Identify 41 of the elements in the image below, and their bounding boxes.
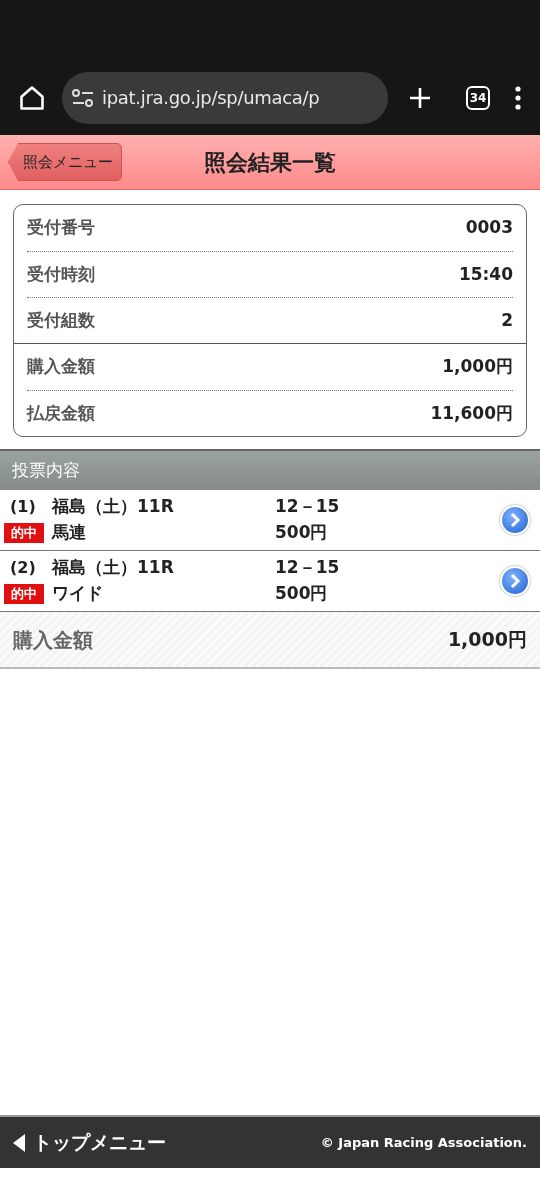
copyright-text: © Japan Racing Association.: [320, 1133, 527, 1152]
address-bar[interactable]: ipat.jra.go.jp/sp/umaca/p: [62, 71, 388, 124]
bet-number: (1): [9, 496, 37, 518]
home-icon[interactable]: [18, 83, 46, 112]
summary-value: 0003: [465, 216, 513, 240]
summary-label: 払戻金額: [27, 401, 95, 425]
chevron-icon: [508, 573, 522, 589]
summary-label: 受付番号: [27, 216, 95, 240]
bet-amount: 500円: [275, 582, 329, 606]
race-name: 福島（土）11R: [52, 556, 175, 580]
page-title: 照会結果一覧: [204, 148, 336, 177]
summary-value: 2: [501, 308, 513, 332]
bet-combination: 12－15: [275, 495, 341, 519]
summary-value: 11,600円: [430, 401, 513, 425]
chevron-icon: [508, 512, 522, 528]
race-name: 福島（土）11R: [52, 495, 175, 519]
summary-label: 購入金額: [27, 355, 95, 379]
site-settings-icon[interactable]: [72, 88, 94, 107]
more-menu-icon[interactable]: [514, 85, 522, 110]
detail-button[interactable]: [500, 566, 530, 596]
hit-badge: 的中: [4, 584, 44, 604]
url-text: ipat.jra.go.jp/sp/umaca/p: [102, 86, 320, 110]
section-header: 投票内容: [0, 449, 540, 490]
detail-button[interactable]: [500, 505, 530, 535]
back-arrow-icon: [13, 1133, 25, 1152]
top-menu-link[interactable]: トップメニュー: [13, 1128, 166, 1157]
bet-amount: 500円: [275, 521, 329, 545]
back-button[interactable]: 照会メニュー: [8, 143, 122, 181]
summary-value: 15:40: [458, 262, 513, 286]
tab-count[interactable]: 34: [466, 85, 490, 110]
summary-label: 受付組数: [27, 308, 95, 332]
bet-number: (2): [9, 557, 37, 579]
summary-label: 受付時刻: [27, 262, 95, 286]
total-value: 1,000円: [447, 627, 527, 653]
new-tab-icon[interactable]: [408, 85, 432, 110]
bet-type: ワイド: [52, 582, 104, 606]
summary-value: 1,000円: [442, 355, 513, 379]
total-label: 購入金額: [13, 626, 93, 654]
bet-combination: 12－15: [275, 556, 341, 580]
hit-badge: 的中: [4, 523, 44, 543]
bet-type: 馬連: [52, 521, 87, 545]
